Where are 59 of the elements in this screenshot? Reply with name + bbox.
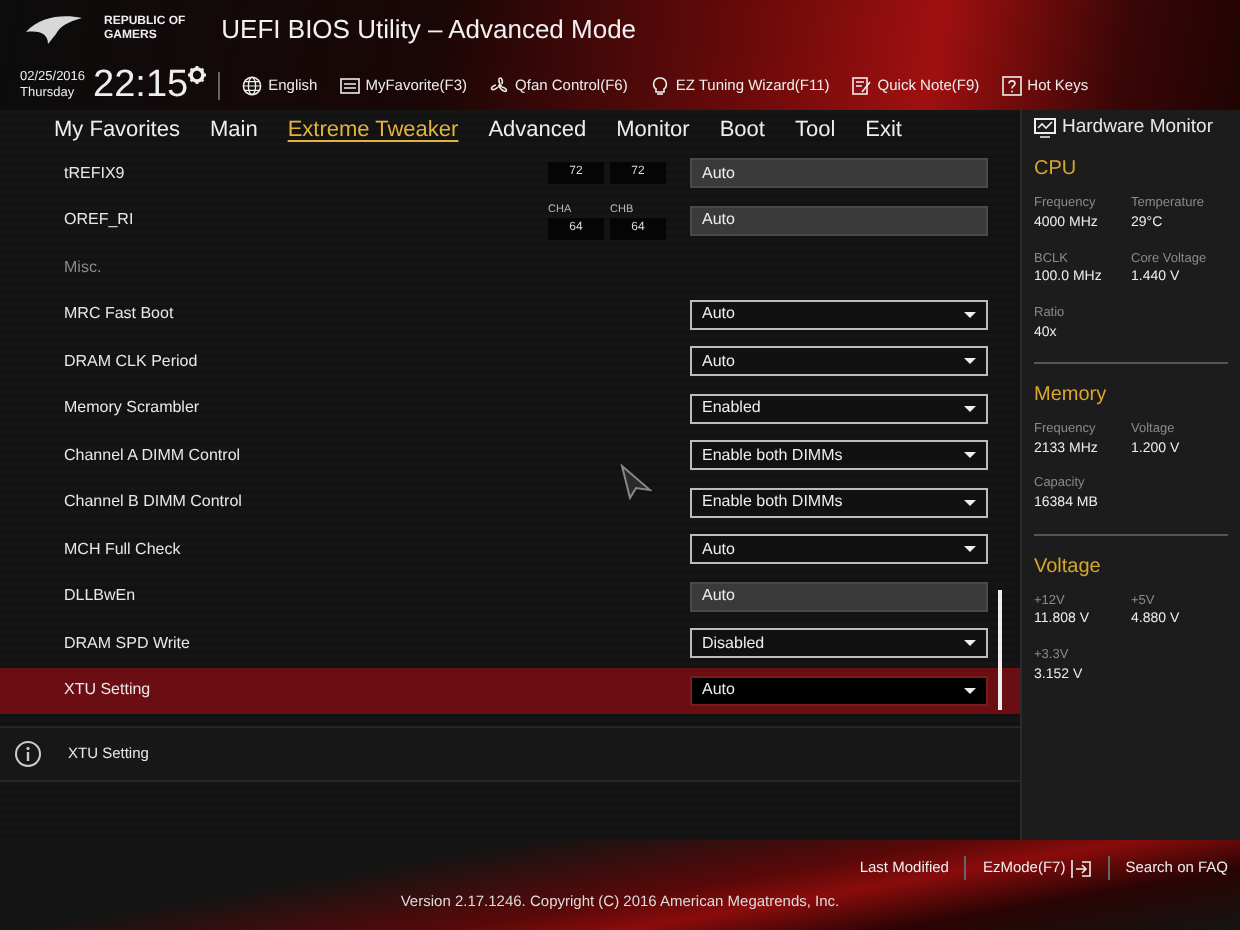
globe-icon: [242, 75, 263, 95]
dropdown[interactable]: Auto: [690, 299, 988, 330]
dropdown[interactable]: Enable both DIMMs: [690, 440, 988, 471]
menu-tab[interactable]: Advanced: [488, 113, 587, 147]
note-icon: [851, 75, 872, 95]
dropdown[interactable]: Enabled: [690, 393, 988, 424]
setting-label: Memory Scrambler: [64, 396, 202, 421]
lightbulb-icon: [649, 75, 670, 95]
dropdown[interactable]: Auto: [690, 675, 988, 706]
menu-tab[interactable]: Tool: [794, 113, 836, 147]
caret-icon: [964, 640, 976, 647]
caret-icon: [964, 687, 976, 694]
dropdown[interactable]: Auto: [690, 534, 988, 565]
menu-tab[interactable]: My Favorites: [54, 113, 180, 147]
setting-label: MRC Fast Boot: [64, 302, 176, 327]
settings-icon[interactable]: [188, 66, 207, 84]
panel-title: Hardware Monitor: [1062, 114, 1213, 142]
caret-icon: [964, 405, 976, 412]
caret-icon: [964, 358, 976, 365]
caret-icon: [964, 452, 976, 459]
menu-tab[interactable]: Boot: [719, 113, 765, 147]
setting-label: Channel B DIMM Control: [64, 490, 244, 515]
caret-icon: [964, 499, 976, 506]
selected-row-highlight[interactable]: XTU Setting Auto: [0, 667, 1020, 714]
dropdown[interactable]: Disabled: [690, 628, 988, 659]
menu-tab[interactable]: Extreme Tweaker: [287, 113, 459, 147]
section-heading: Memory: [1034, 382, 1109, 410]
setting-label: tREFIX9: [64, 161, 127, 186]
menu-tab[interactable]: Exit: [865, 113, 902, 147]
mouse-cursor-icon: [620, 464, 652, 500]
info-icon: [14, 740, 42, 768]
dropdown[interactable]: Auto: [690, 346, 988, 377]
section-heading: Misc.: [64, 255, 104, 280]
caret-icon: [964, 546, 976, 553]
setting-label: OREF_RI: [64, 208, 136, 233]
menu-tab[interactable]: Monitor: [616, 113, 690, 147]
input-field[interactable]: Auto: [690, 158, 988, 189]
window-title: UEFI BIOS Utility – Advanced Mode: [221, 12, 637, 49]
setting-label: MCH Full Check: [64, 537, 183, 562]
help-icon: [1001, 75, 1022, 95]
clock-time: 22:15: [93, 66, 189, 104]
input-field[interactable]: Auto: [690, 205, 988, 236]
fan-icon: [489, 75, 510, 95]
caret-icon: [964, 311, 976, 318]
menu-tab[interactable]: Main: [209, 113, 258, 147]
section-heading: Voltage: [1034, 553, 1103, 581]
dropdown[interactable]: Enable both DIMMs: [690, 487, 988, 518]
setting-label: Channel A DIMM Control: [64, 443, 243, 468]
logo-icon: [24, 14, 84, 46]
setting-label: DRAM SPD Write: [64, 631, 192, 656]
setting-label: DLLBwEn: [64, 584, 138, 609]
list-icon: [339, 75, 360, 95]
input-field[interactable]: Auto: [690, 581, 988, 612]
exit-icon: [1069, 859, 1092, 877]
section-heading: CPU: [1034, 156, 1079, 185]
setting-label: XTU Setting: [64, 678, 153, 703]
scrollbar[interactable]: [998, 590, 1002, 710]
setting-label: DRAM CLK Period: [64, 349, 200, 374]
monitor-icon: [1034, 118, 1056, 139]
